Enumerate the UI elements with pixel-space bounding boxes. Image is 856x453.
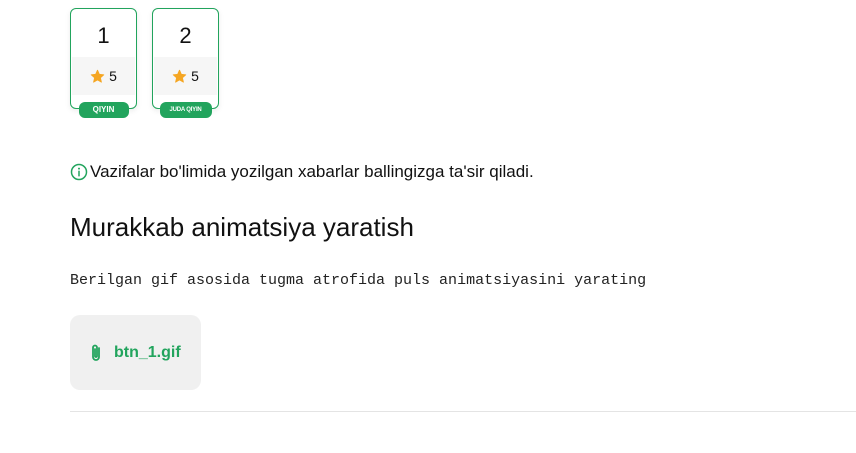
divider: [70, 411, 856, 412]
paperclip-icon: [88, 343, 104, 363]
score-value: 5: [191, 68, 199, 84]
notice-text: Vazifalar bo'limida yozilgan xabarlar ba…: [90, 162, 534, 181]
star-icon: [172, 69, 187, 84]
task-card-2[interactable]: 2 5 JUDA QIYIN: [152, 8, 219, 118]
task-score: 5: [72, 57, 135, 95]
task-number: 2: [179, 23, 192, 48]
page: 1 5 QIYIN 2 5 JUDA QIYIN Vazifalar bo'li…: [0, 0, 856, 453]
task-card-list: 1 5 QIYIN 2 5 JUDA QIYIN: [70, 8, 219, 118]
attachment-filename: btn_1.gif: [114, 343, 181, 361]
task-number: 1: [97, 23, 110, 48]
difficulty-badge: JUDA QIYIN: [159, 102, 212, 118]
task-title: Murakkab animatsiya yaratish: [70, 212, 414, 242]
notice: Vazifalar bo'limida yozilgan xabarlar ba…: [70, 162, 534, 182]
task-description: Berilgan gif asosida tugma atrofida puls…: [70, 272, 647, 289]
attachment-link[interactable]: btn_1.gif: [70, 315, 201, 390]
score-value: 5: [109, 68, 117, 84]
task-card-1[interactable]: 1 5 QIYIN: [70, 8, 137, 118]
star-icon: [90, 69, 105, 84]
task-score: 5: [154, 57, 217, 95]
difficulty-badge: QIYIN: [78, 102, 129, 118]
info-icon: [70, 163, 88, 181]
